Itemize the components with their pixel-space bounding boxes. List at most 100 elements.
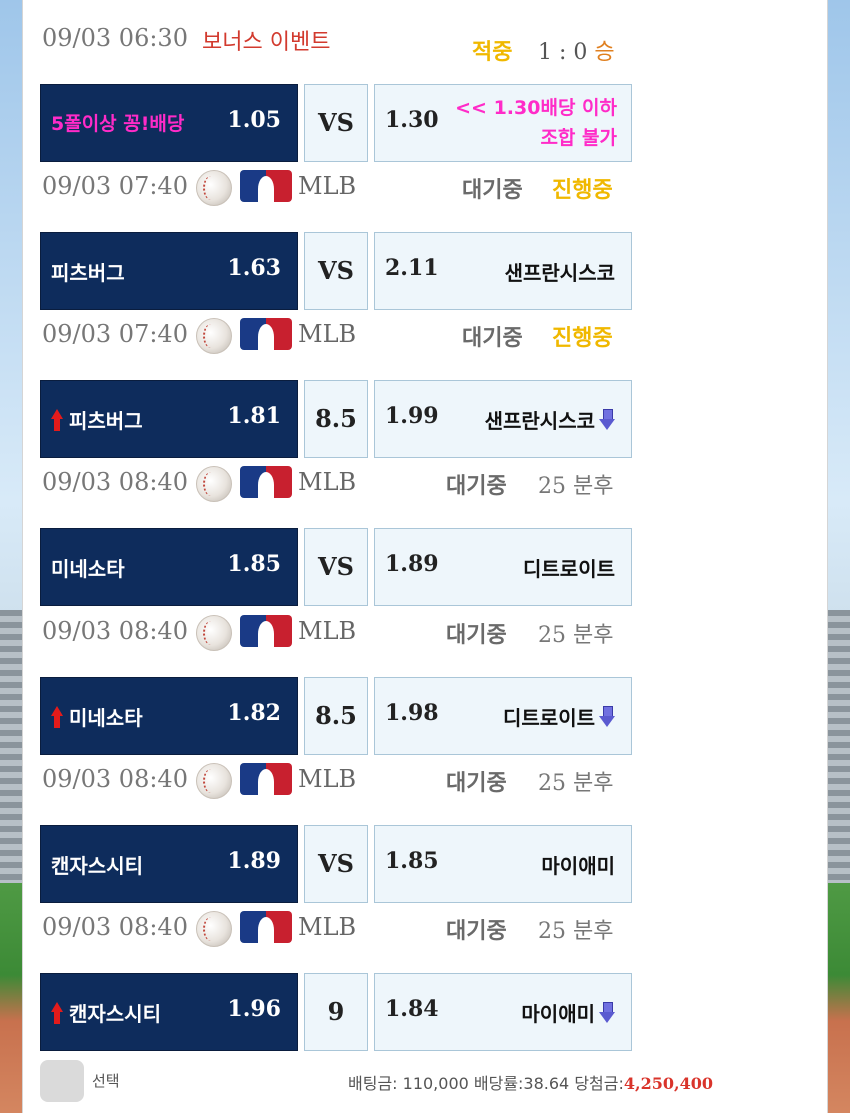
home-odds: 1.81: [227, 403, 281, 429]
away-odds: 1.85: [385, 848, 439, 874]
game-header: 09/03 08:40 MLB 대기중 25 분후: [42, 759, 622, 799]
game-progress: 25 분후: [538, 474, 614, 499]
vs-cell: VS: [304, 232, 368, 310]
event-time: 09/03 06:30: [42, 24, 188, 52]
game-time: 09/03 07:40: [42, 172, 188, 200]
game-status: 대기중: [462, 178, 523, 203]
event-away-cell[interactable]: 1.30 << 1.30배당 이하 조합 불가: [374, 84, 632, 162]
away-odds: 2.11: [385, 255, 439, 281]
league-name: MLB: [298, 913, 357, 941]
game-time: 09/03 08:40: [42, 468, 188, 496]
home-team-name: 미네소타: [69, 706, 143, 730]
select-checkbox[interactable]: [40, 1060, 84, 1102]
away-odds: 1.89: [385, 551, 439, 577]
home-team-cell[interactable]: 피츠버그 1.81: [40, 380, 298, 458]
win-amount: 4,250,400: [623, 1074, 713, 1093]
mlb-logo-icon: [240, 170, 292, 202]
event-note: << 1.30배당 이하 조합 불가: [417, 93, 617, 153]
under-arrow-icon: [599, 409, 615, 431]
game-status: 대기중: [462, 326, 523, 351]
away-team-cell[interactable]: 1.84 마이애미: [374, 973, 632, 1051]
away-team-cell[interactable]: 1.89 디트로이트: [374, 528, 632, 606]
league-name: MLB: [298, 468, 357, 496]
away-team-cell[interactable]: 2.11 샌프란시스코: [374, 232, 632, 310]
event-note-line1: << 1.30배당 이하: [455, 97, 617, 119]
home-team-cell[interactable]: 미네소타 1.82: [40, 677, 298, 755]
home-team-cell[interactable]: 캔자스시티 1.89: [40, 825, 298, 903]
baseball-icon: [196, 466, 232, 502]
bet-summary: 배팅금: 110,000 배당률:38.64 당첨금:4,250,400: [348, 1070, 713, 1094]
home-team-name: 피츠버그: [69, 409, 143, 433]
home-odds: 1.89: [227, 848, 281, 874]
field-background-right: [828, 883, 850, 1113]
event-home-cell[interactable]: 5폴이상 꽁!배당 1.05: [40, 84, 298, 162]
league-name: MLB: [298, 172, 357, 200]
away-team-name: 디트로이트: [503, 706, 595, 730]
under-arrow-icon: [599, 1002, 615, 1024]
event-vs-cell: VS: [304, 84, 368, 162]
game-header: 09/03 08:40 MLB 대기중 25 분후: [42, 611, 622, 651]
home-team-name: 캔자스시티: [51, 854, 143, 878]
game-time: 09/03 08:40: [42, 617, 188, 645]
result-label: 적중: [472, 40, 513, 65]
under-arrow-icon: [599, 706, 615, 728]
home-team-name: 캔자스시티: [69, 1002, 161, 1026]
game-time: 09/03 08:40: [42, 765, 188, 793]
game-header: 09/03 08:40 MLB 대기중 25 분후: [42, 907, 622, 947]
home-team: 미네소타: [51, 553, 125, 582]
event-title: 보너스 이벤트: [202, 30, 331, 55]
away-team-cell[interactable]: 1.85 마이애미: [374, 825, 632, 903]
home-team: 피츠버그: [51, 257, 125, 286]
result-win: 승: [594, 40, 615, 65]
away-team-cell[interactable]: 1.99 샌프란시스코: [374, 380, 632, 458]
home-team-name: 피츠버그: [51, 261, 125, 285]
game-header: 09/03 07:40 MLB 대기중 진행중: [42, 314, 622, 354]
baseball-icon: [196, 170, 232, 206]
home-team: 캔자스시티: [51, 998, 161, 1027]
away-team-name: 샌프란시스코: [484, 409, 595, 433]
home-team: 캔자스시티: [51, 850, 143, 879]
over-arrow-icon: [51, 706, 63, 728]
away-team: 마이애미: [541, 850, 615, 879]
mlb-logo-icon: [240, 763, 292, 795]
game-status: 대기중: [446, 474, 507, 499]
handicap-cell[interactable]: 8.5: [304, 677, 368, 755]
away-odds: 1.84: [385, 996, 439, 1022]
baseball-icon: [196, 318, 232, 354]
away-team-cell[interactable]: 1.98 디트로이트: [374, 677, 632, 755]
baseball-icon: [196, 911, 232, 947]
event-note-line2: 조합 불가: [540, 127, 617, 149]
game-bet-row: 미네소타 1.85 VS 1.89 디트로이트: [40, 528, 632, 606]
mlb-logo-icon: [240, 318, 292, 350]
game-progress: 진행중: [552, 178, 613, 203]
baseball-icon: [196, 763, 232, 799]
away-team: 디트로이트: [523, 553, 615, 582]
away-team: 디트로이트: [503, 702, 615, 731]
score: 1 : 0 승: [538, 40, 615, 65]
home-team: 피츠버그: [51, 405, 143, 434]
away-team: 샌프란시스코: [505, 257, 615, 286]
away-odds: 1.99: [385, 403, 439, 429]
event-home-odds: 1.05: [227, 107, 281, 133]
home-odds: 1.85: [227, 551, 281, 577]
mlb-logo-icon: [240, 911, 292, 943]
home-team-cell[interactable]: 미네소타 1.85: [40, 528, 298, 606]
baseball-icon: [196, 615, 232, 651]
handicap-cell[interactable]: 8.5: [304, 380, 368, 458]
home-team-cell[interactable]: 피츠버그 1.63: [40, 232, 298, 310]
home-team-cell[interactable]: 캔자스시티 1.96: [40, 973, 298, 1051]
event-bet-row: 5폴이상 꽁!배당 1.05 VS 1.30 << 1.30배당 이하 조합 불…: [40, 84, 632, 162]
select-label: 선택: [92, 1072, 120, 1090]
game-time: 09/03 08:40: [42, 913, 188, 941]
game-progress: 25 분후: [538, 919, 614, 944]
league-name: MLB: [298, 617, 357, 645]
vs-cell: VS: [304, 528, 368, 606]
over-arrow-icon: [51, 1002, 63, 1024]
summary-prefix: 배팅금: 110,000 배당률:38.64 당첨금:: [348, 1074, 624, 1093]
away-team-name: 디트로이트: [523, 557, 615, 581]
game-bet-row: 피츠버그 1.63 VS 2.11 샌프란시스코: [40, 232, 632, 310]
game-bet-row: 캔자스시티 1.89 VS 1.85 마이애미: [40, 825, 632, 903]
handicap-cell[interactable]: 9: [304, 973, 368, 1051]
home-odds: 1.63: [227, 255, 281, 281]
vs-cell: VS: [304, 825, 368, 903]
